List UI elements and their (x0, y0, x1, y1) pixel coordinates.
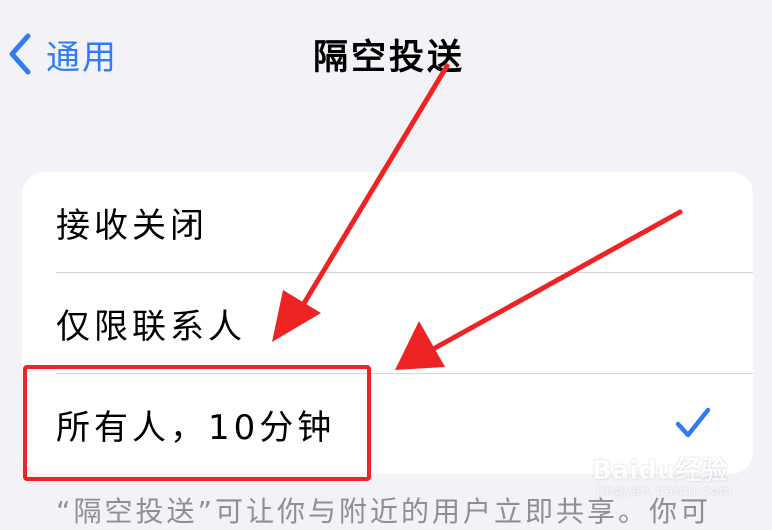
option-label: 接收关闭 (56, 205, 208, 246)
option-contacts-only[interactable]: 仅限联系人 (22, 273, 753, 373)
option-label: 所有人，10分钟 (56, 407, 336, 448)
page-title: 隔空投送 (312, 37, 465, 78)
checkmark-icon (675, 407, 711, 438)
option-receiving-off[interactable]: 接收关闭 (22, 172, 753, 272)
option-everyone-10-minutes[interactable]: 所有人，10分钟 (22, 374, 753, 474)
footer-description: “隔空投送”可让你与附近的用户立即共享。你可 (56, 495, 712, 528)
option-label: 仅限联系人 (56, 306, 246, 347)
airdrop-options-list: 接收关闭 仅限联系人 所有人，10分钟 (22, 172, 753, 474)
